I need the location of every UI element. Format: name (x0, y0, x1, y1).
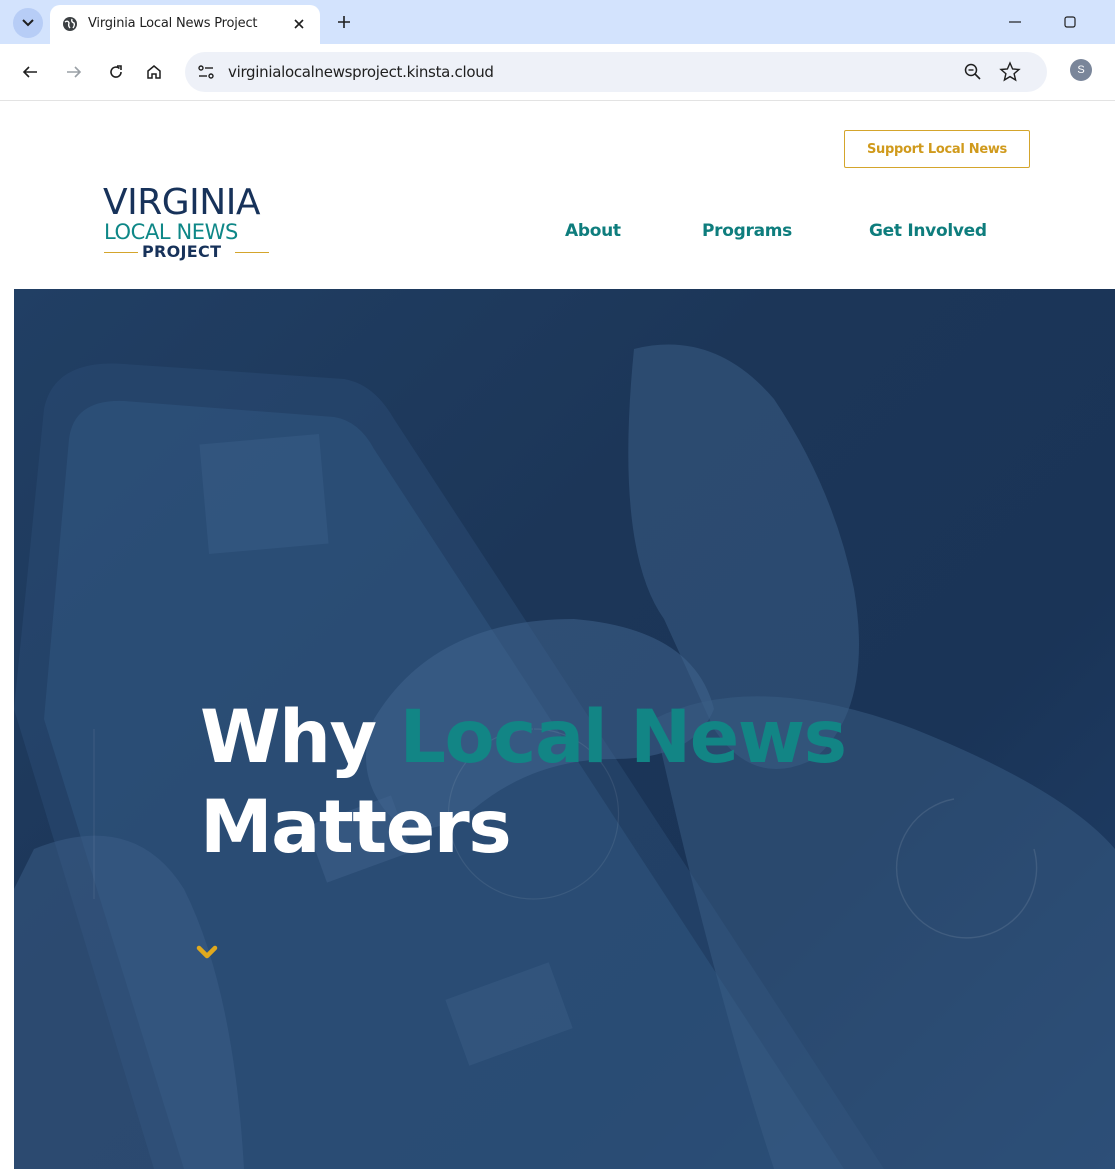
arrow-right-icon (67, 66, 82, 78)
url-text[interactable]: virginialocalnewsproject.kinsta.cloud (228, 63, 494, 81)
site-logo[interactable]: VIRGINIA LOCAL NEWS PROJECT (100, 185, 278, 265)
close-icon (294, 19, 304, 29)
logo-line-project: PROJECT (142, 242, 222, 261)
zoom-icon[interactable] (963, 62, 983, 82)
scroll-down-chevron-icon[interactable] (196, 945, 218, 961)
hero-heading-accent: Local News (399, 695, 848, 780)
browser-tab-active[interactable]: Virginia Local News Project (50, 5, 320, 44)
arrow-left-icon (22, 66, 37, 78)
back-button[interactable] (18, 60, 42, 84)
profile-avatar[interactable]: S (1070, 59, 1092, 81)
site-settings-icon[interactable] (197, 63, 215, 81)
minimize-icon[interactable] (1005, 12, 1025, 32)
new-tab-button[interactable] (332, 10, 356, 34)
hero-heading-part1: Why (200, 695, 400, 780)
logo-rule-right (235, 252, 269, 253)
globe-icon (63, 17, 77, 31)
plus-icon (338, 16, 350, 28)
home-icon (147, 65, 161, 79)
tab-search-button[interactable] (13, 8, 43, 38)
browser-tabstrip: Virginia Local News Project (0, 0, 1115, 44)
nav-programs[interactable]: Programs (702, 221, 792, 241)
maximize-icon[interactable] (1060, 12, 1080, 32)
bookmark-star-icon[interactable] (999, 61, 1021, 83)
logo-rule-left (104, 252, 138, 253)
logo-line-virginia: VIRGINIA (103, 182, 260, 223)
hero-heading-part2: Matters (200, 785, 512, 870)
reload-button[interactable] (104, 60, 128, 84)
reload-icon (110, 65, 122, 78)
logo-line-local-news: LOCAL NEWS (104, 220, 238, 244)
site-header: Support Local News VIRGINIA LOCAL NEWS P… (0, 101, 1115, 289)
chevron-down-icon (22, 19, 34, 27)
nav-about[interactable]: About (565, 221, 621, 241)
home-button[interactable] (142, 60, 166, 84)
tab-title: Virginia Local News Project (88, 16, 258, 31)
tab-close-button[interactable] (290, 15, 308, 33)
hero-section: Why Local News Matters (14, 289, 1115, 1169)
hero-heading: Why Local News Matters (200, 693, 848, 873)
forward-button[interactable] (62, 60, 86, 84)
address-bar[interactable]: virginialocalnewsproject.kinsta.cloud (185, 52, 1047, 92)
nav-get-involved[interactable]: Get Involved (869, 221, 987, 241)
browser-toolbar: virginialocalnewsproject.kinsta.cloud S (0, 44, 1115, 101)
support-local-news-button[interactable]: Support Local News (844, 130, 1030, 168)
